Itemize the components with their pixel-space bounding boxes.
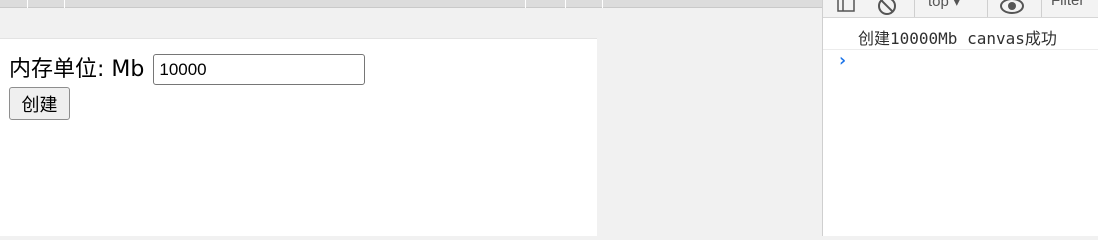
console-log-entry: 创建10000Mb canvas成功 (823, 18, 1098, 50)
tab-divider (602, 0, 603, 8)
live-expression-eye-icon[interactable] (1000, 0, 1024, 16)
toolbar-divider (914, 0, 915, 17)
tab-divider (27, 0, 28, 8)
create-button[interactable]: 创建 (9, 87, 70, 120)
tab-divider (565, 0, 566, 8)
context-selector[interactable]: top ▾ (928, 0, 961, 10)
console-message: 创建10000Mb canvas成功 (858, 29, 1057, 48)
tab-divider (64, 0, 65, 8)
sidebar-toggle-icon[interactable] (837, 0, 855, 12)
memory-unit-label: 内存单位: Mb (9, 56, 145, 82)
devtools-console-panel: top ▾ Filter 创建10000Mb canvas成功 › (822, 0, 1098, 236)
memory-form-row: 内存单位: Mb (9, 54, 366, 85)
clear-console-icon[interactable] (877, 0, 897, 16)
console-toolbar: top ▾ Filter (823, 0, 1098, 18)
toolbar-divider (1041, 0, 1042, 17)
viewport-gutter (597, 8, 822, 236)
page-viewport: 内存单位: Mb 创建 (0, 38, 597, 236)
memory-size-input[interactable] (153, 54, 366, 85)
console-prompt-chevron-icon[interactable]: › (837, 50, 848, 71)
browser-tab-strip (0, 0, 822, 8)
tab-divider (525, 0, 526, 8)
filter-input[interactable]: Filter (1051, 0, 1084, 9)
toolbar-divider (987, 0, 988, 17)
